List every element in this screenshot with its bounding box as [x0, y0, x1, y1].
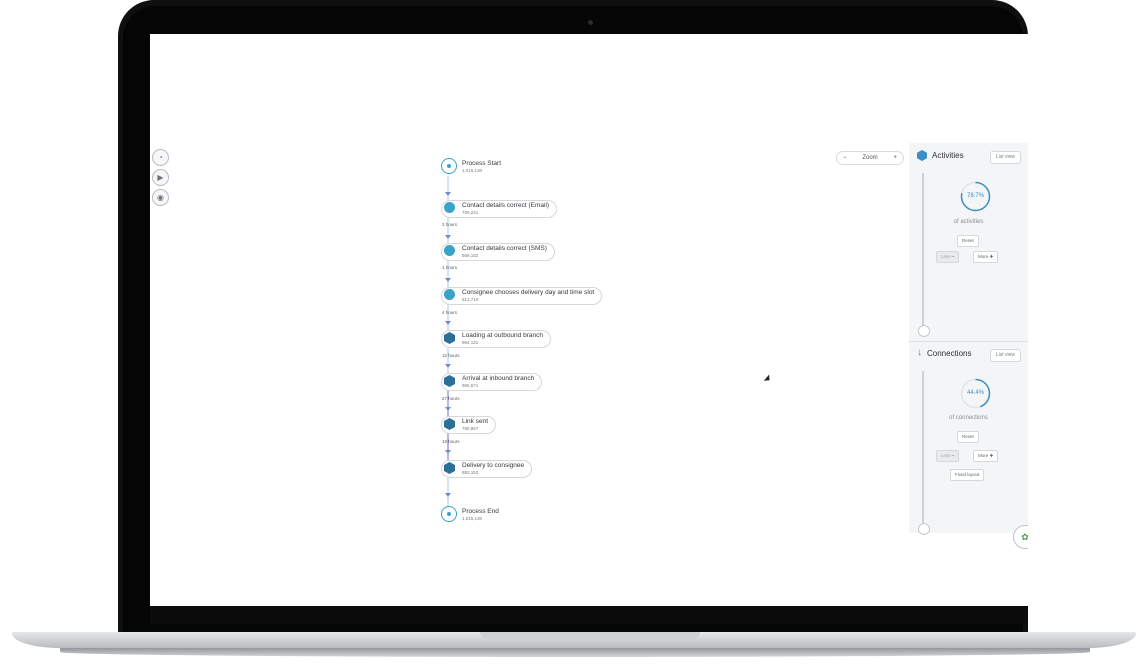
activities-slider-track[interactable] [922, 173, 924, 329]
activities-slider-handle[interactable] [918, 325, 930, 337]
edge-duration: 3 hours [442, 222, 458, 227]
activities-less-button[interactable]: Less ━ [936, 251, 960, 263]
activities-percent: 78.7% [966, 193, 984, 199]
camera-icon [588, 20, 593, 25]
connections-subtitle: of connections [949, 415, 988, 421]
connections-slider-handle[interactable] [918, 523, 930, 535]
activity-dot-icon [444, 289, 455, 300]
activities-reset-button[interactable]: Reset [957, 235, 979, 247]
app-screen: ◔ ▶ ◉ Process Start 1,015,130 Contact de… [150, 34, 1028, 606]
edge-duration: 1 hours [442, 265, 458, 270]
zoom-out-button[interactable]: − [843, 155, 847, 161]
hexagon-icon [444, 375, 455, 387]
node-consignee-chooses[interactable]: Consignee chooses delivery day and time … [441, 287, 603, 305]
connections-reset-button[interactable]: Reset [957, 431, 979, 443]
stop-icon [441, 506, 457, 522]
hexagon-icon [444, 462, 455, 474]
connections-list-view-button[interactable]: List view [989, 349, 1021, 362]
laptop-base-shadow [60, 647, 1090, 657]
process-map: Process Start 1,015,130 Contact details … [438, 154, 738, 554]
node-arrival-inbound[interactable]: Arrival at inbound branch 906,571 [441, 373, 543, 391]
mouse-cursor-icon [763, 374, 773, 384]
connections-more-button[interactable]: More ✚ [973, 450, 999, 462]
node-loading-outbound[interactable]: Loading at outbound branch 964,131 [441, 330, 551, 348]
zoom-in-button[interactable]: + [893, 155, 897, 161]
hexagon-icon [917, 150, 927, 161]
node-contact-sms[interactable]: Contact details correct (SMS) 569,152 [441, 243, 555, 261]
edge-duration: 12 hours [442, 353, 460, 358]
connections-less-button[interactable]: Less ━ [936, 450, 960, 462]
ai-assistant-icon[interactable]: ✿ [1013, 525, 1028, 549]
laptop-chin [150, 606, 1028, 624]
arrow-down-icon: ↓ [917, 347, 922, 358]
eye-icon[interactable]: ◉ [152, 189, 169, 206]
connections-slider-track[interactable] [922, 371, 924, 527]
filter-panel: Activities List view 78.7% of activities… [909, 143, 1028, 549]
edge-duration: 4 hours [442, 310, 458, 315]
edge-duration: 19 hours [442, 439, 460, 444]
zoom-label: Zoom [862, 155, 878, 161]
activities-subtitle: of activities [953, 219, 984, 225]
node-process-start[interactable]: Process Start 1,015,130 [441, 158, 510, 176]
fixed-layout-button[interactable]: Fixed layout [950, 469, 985, 481]
hexagon-icon [444, 332, 455, 344]
node-delivery-consignee[interactable]: Delivery to consignee 882,153 [441, 460, 533, 478]
node-contact-email[interactable]: Contact details correct (Email) 709,221 [441, 200, 558, 218]
laptop-notch [480, 632, 700, 639]
activity-dot-icon [444, 202, 455, 213]
edge-duration: 27 hours [442, 396, 460, 401]
node-process-end[interactable]: Process End 1,015,130 [441, 506, 507, 524]
play-icon[interactable]: ▶ [152, 169, 169, 186]
hexagon-icon [444, 418, 455, 430]
connections-title: Connections [927, 348, 972, 358]
panel-divider [909, 341, 1028, 342]
pie-chart-icon[interactable]: ◔ [152, 149, 169, 166]
zoom-control: − Zoom + [836, 151, 904, 165]
activity-dot-icon [444, 245, 455, 256]
node-link-sent[interactable]: Link sent 780,967 [441, 416, 497, 434]
activities-list-view-button[interactable]: List view [989, 151, 1021, 164]
activities-more-button[interactable]: More ✚ [973, 251, 999, 263]
play-icon [441, 158, 457, 174]
connections-header: ↓ Connections [917, 348, 971, 358]
connections-percent: 44.4% [966, 390, 984, 396]
activities-header: Activities [917, 150, 964, 161]
activities-title: Activities [932, 151, 964, 160]
